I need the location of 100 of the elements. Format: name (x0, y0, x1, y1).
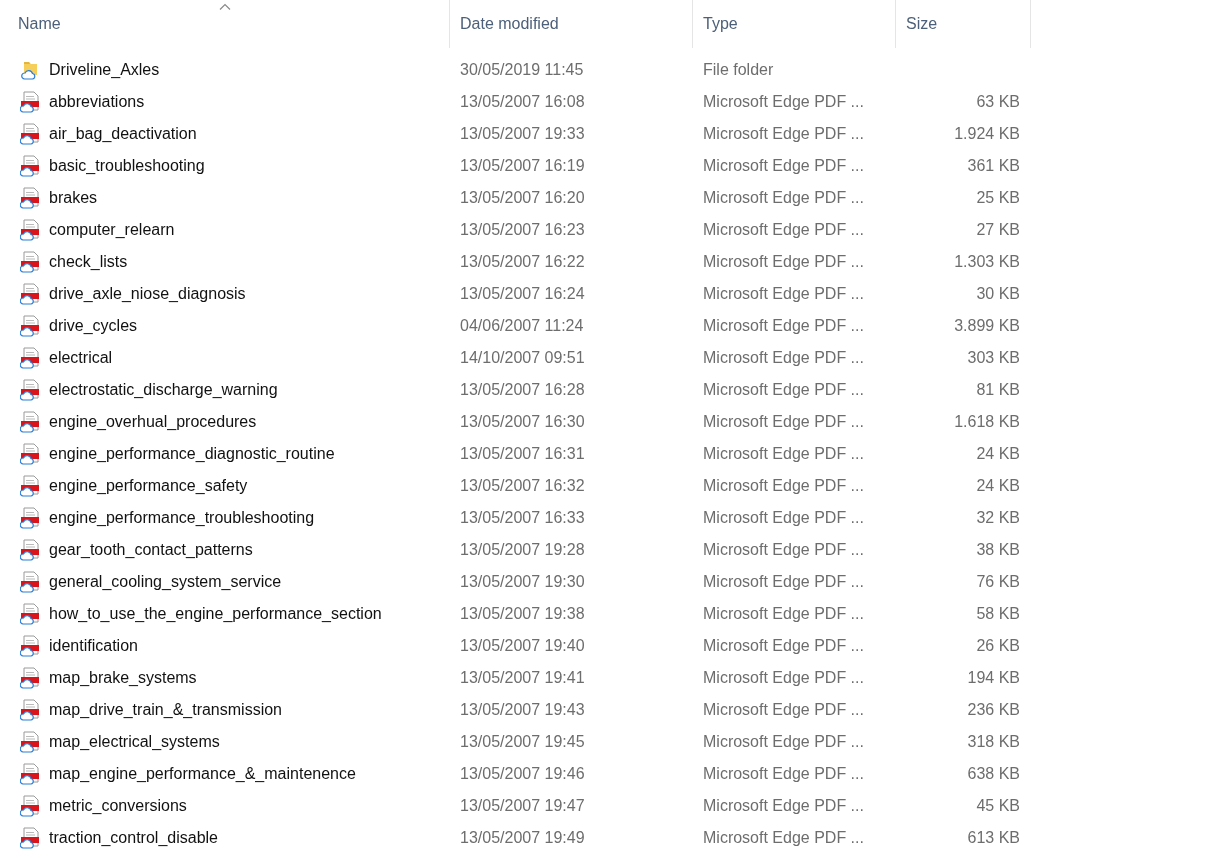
date-modified: 13/05/2007 19:43 (460, 701, 585, 718)
file-name[interactable]: abbreviations (49, 90, 145, 114)
file-name[interactable]: drive_cycles (49, 314, 138, 338)
file-size: 81 KB (976, 381, 1020, 398)
file-name[interactable]: map_engine_performance_&_maintenence (49, 762, 356, 786)
date-modified: 13/05/2007 19:45 (460, 733, 585, 750)
pdf-cloud-icon (20, 539, 40, 561)
pdf-cloud-icon (20, 91, 40, 113)
column-header[interactable]: Name (0, 0, 450, 48)
file-type: Microsoft Edge PDF ... (703, 669, 864, 686)
file-name[interactable]: engine_performance_safety (49, 474, 248, 498)
file-size: 613 KB (967, 829, 1020, 846)
file-name[interactable]: electrical (49, 346, 113, 370)
date-modified: 13/05/2007 19:40 (460, 637, 585, 654)
file-size: 27 KB (976, 221, 1020, 238)
date-modified: 13/05/2007 19:47 (460, 797, 585, 814)
pdf-cloud-icon (20, 155, 40, 177)
file-type: Microsoft Edge PDF ... (703, 317, 864, 334)
file-size: 1.924 KB (954, 125, 1020, 142)
file-name[interactable]: Driveline_Axles (49, 58, 160, 82)
file-size: 63 KB (976, 93, 1020, 110)
file-type: Microsoft Edge PDF ... (703, 413, 864, 430)
file-size: 638 KB (967, 765, 1020, 782)
file-type: Microsoft Edge PDF ... (703, 829, 864, 846)
file-size: 38 KB (976, 541, 1020, 558)
file-type: Microsoft Edge PDF ... (703, 637, 864, 654)
pdf-cloud-icon (20, 315, 40, 337)
file-type: Microsoft Edge PDF ... (703, 157, 864, 174)
pdf-cloud-icon (20, 123, 40, 145)
file-name[interactable]: air_bag_deactivation (49, 122, 197, 146)
pdf-cloud-icon (20, 731, 40, 753)
pdf-cloud-icon (20, 507, 40, 529)
pdf-cloud-icon (20, 251, 40, 273)
file-size: 1.303 KB (954, 253, 1020, 270)
file-type: Microsoft Edge PDF ... (703, 445, 864, 462)
file-type: Microsoft Edge PDF ... (703, 573, 864, 590)
file-type: Microsoft Edge PDF ... (703, 253, 864, 270)
file-name[interactable]: engine_overhual_procedures (49, 410, 257, 434)
file-size: 303 KB (967, 349, 1020, 366)
file-type: Microsoft Edge PDF ... (703, 381, 864, 398)
column-header[interactable]: Size (896, 0, 1031, 48)
date-modified: 13/05/2007 16:22 (460, 253, 585, 270)
date-modified: 13/05/2007 16:28 (460, 381, 585, 398)
file-name[interactable]: general_cooling_system_service (49, 570, 282, 594)
file-type: Microsoft Edge PDF ... (703, 797, 864, 814)
column-header[interactable]: Date modified (450, 0, 693, 48)
date-modified: 13/05/2007 16:32 (460, 477, 585, 494)
pdf-cloud-icon (20, 219, 40, 241)
pdf-cloud-icon (20, 411, 40, 433)
pdf-cloud-icon (20, 443, 40, 465)
file-name[interactable]: engine_performance_troubleshooting (49, 506, 315, 530)
file-name[interactable]: computer_relearn (49, 218, 175, 242)
sort-up-icon (218, 3, 231, 10)
file-name[interactable]: gear_tooth_contact_patterns (49, 538, 253, 562)
date-modified: 13/05/2007 16:23 (460, 221, 585, 238)
file-name[interactable]: identification (49, 634, 138, 658)
pdf-cloud-icon (20, 763, 40, 785)
pdf-cloud-icon (20, 827, 40, 849)
date-modified: 13/05/2007 16:33 (460, 509, 585, 526)
file-size: 236 KB (967, 701, 1020, 718)
file-name[interactable]: map_brake_systems (49, 666, 197, 690)
file-size: 361 KB (967, 157, 1020, 174)
file-type: Microsoft Edge PDF ... (703, 733, 864, 750)
file-type: Microsoft Edge PDF ... (703, 541, 864, 558)
file-name[interactable]: basic_troubleshooting (49, 154, 205, 178)
file-name[interactable]: traction_control_disable (49, 826, 218, 850)
date-modified: 13/05/2007 19:28 (460, 541, 585, 558)
file-size: 30 KB (976, 285, 1020, 302)
pdf-cloud-icon (20, 667, 40, 689)
file-type: Microsoft Edge PDF ... (703, 285, 864, 302)
pdf-cloud-icon (20, 571, 40, 593)
file-name[interactable]: engine_performance_diagnostic_routine (49, 442, 335, 466)
folder-cloud-icon (21, 60, 39, 80)
file-type: Microsoft Edge PDF ... (703, 765, 864, 782)
pdf-cloud-icon (20, 795, 40, 817)
file-size: 25 KB (976, 189, 1020, 206)
file-name[interactable]: brakes (49, 186, 98, 210)
file-size: 24 KB (976, 477, 1020, 494)
date-modified: 13/05/2007 16:19 (460, 157, 585, 174)
file-name[interactable]: electrostatic_discharge_warning (49, 378, 278, 402)
file-type: Microsoft Edge PDF ... (703, 93, 864, 110)
file-type: Microsoft Edge PDF ... (703, 221, 864, 238)
file-size: 3.899 KB (954, 317, 1020, 334)
file-name[interactable]: map_electrical_systems (49, 730, 220, 754)
date-modified: 13/05/2007 16:31 (460, 445, 585, 462)
file-name[interactable]: how_to_use_the_engine_performance_section (49, 602, 382, 626)
file-name[interactable]: check_lists (49, 250, 128, 274)
date-modified: 13/05/2007 19:38 (460, 605, 585, 622)
pdf-cloud-icon (20, 635, 40, 657)
column-header[interactable]: Type (693, 0, 896, 48)
file-size: 45 KB (976, 797, 1020, 814)
file-name[interactable]: map_drive_train_&_transmission (49, 698, 282, 722)
file-size: 76 KB (976, 573, 1020, 590)
file-type: Microsoft Edge PDF ... (703, 509, 864, 526)
date-modified: 13/05/2007 16:20 (460, 189, 585, 206)
file-name[interactable]: metric_conversions (49, 794, 187, 818)
file-type: Microsoft Edge PDF ... (703, 701, 864, 718)
file-name[interactable]: drive_axle_niose_diagnosis (49, 282, 246, 306)
file-size: 194 KB (967, 669, 1020, 686)
pdf-cloud-icon (20, 603, 40, 625)
